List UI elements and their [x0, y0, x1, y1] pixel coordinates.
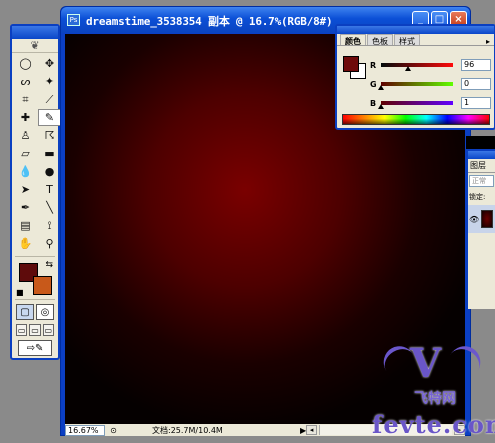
blur-tool-icon[interactable]: 💧 — [14, 163, 37, 180]
watermark: V 飞特网 fevte.com — [372, 340, 495, 443]
eraser-tool-icon[interactable]: ▱ — [14, 145, 37, 162]
quick-mask-button[interactable]: ◎ — [36, 304, 54, 320]
toolbox-title-bar[interactable] — [12, 26, 58, 39]
color-palette-title-bar[interactable] — [337, 26, 494, 34]
crop-tool-icon[interactable]: ⌗ — [14, 91, 37, 108]
channel-value-b[interactable]: 1 — [461, 97, 491, 109]
hand-tool-icon[interactable]: ✋ — [14, 235, 37, 252]
blend-mode-select[interactable]: 正常 — [469, 175, 494, 187]
mask-mode-row: ▢ ◎ — [12, 302, 58, 322]
layers-palette-title-bar[interactable] — [468, 151, 495, 159]
channel-row-r: R 96 — [370, 58, 495, 72]
background-color-swatch[interactable] — [33, 276, 52, 295]
type-tool-icon[interactable]: T — [38, 181, 61, 198]
background-strip — [466, 136, 495, 149]
standard-screen-button[interactable]: ▭ — [16, 324, 28, 336]
channel-slider-r[interactable] — [381, 63, 453, 71]
magic-wand-tool-icon[interactable]: ✦ — [38, 73, 61, 90]
lock-label: 锁定: — [469, 193, 486, 201]
healing-tool-icon[interactable]: ✚ — [14, 109, 37, 126]
layers-palette: 图层 正常 锁定: 👁 — [466, 149, 495, 309]
move-tool-icon[interactable]: ✥ — [38, 55, 61, 72]
brush-tool-icon[interactable]: ✎ — [38, 109, 61, 126]
right-wing-icon — [441, 340, 487, 386]
channel-row-g: G0 — [370, 77, 495, 91]
channel-label: R — [370, 60, 377, 70]
slice-tool-icon[interactable]: ⟋ — [38, 91, 61, 108]
standard-mode-button[interactable]: ▢ — [16, 304, 34, 320]
eye-icon[interactable]: 👁 — [469, 215, 479, 224]
slider-thumb-icon[interactable] — [378, 85, 384, 90]
palette-foreground-swatch[interactable] — [343, 56, 359, 72]
color-palette-tabs: 颜色 色板 样式 — [337, 34, 494, 46]
photoshop-document-icon: Ps — [67, 14, 80, 26]
divider — [15, 299, 55, 300]
tool-grid: ◯ ✥ ᔕ ✦ ⌗ ⟋ ✚ ✎ ♙ ☈ ▱ ▬ 💧 ● ➤ T ✒ ╲ ▤ ⟟ ✋ ⚲ — [12, 53, 61, 254]
path-select-tool-icon[interactable]: ➤ — [14, 181, 37, 198]
slider-thumb-icon[interactable] — [378, 104, 385, 109]
channel-row-b: B1 — [370, 96, 495, 110]
default-colors-icon[interactable]: ■ — [16, 288, 24, 297]
layer-thumbnail — [481, 210, 494, 228]
watermark-site: fevte.com — [372, 410, 495, 439]
channel-slider-b[interactable] — [378, 101, 453, 109]
tab-color[interactable]: 颜色 — [340, 34, 366, 46]
lasso-tool-icon[interactable]: ᔕ — [14, 73, 37, 90]
swap-colors-icon[interactable]: ⇆ — [45, 260, 53, 270]
status-info-icon[interactable]: ⊙ — [108, 425, 119, 436]
tab-styles[interactable]: 样式 — [394, 34, 420, 46]
palette-menu-icon[interactable]: ▸ — [486, 37, 490, 46]
jump-to-imageready-button[interactable]: ⇨✎ — [18, 340, 52, 356]
eyedropper-tool-icon[interactable]: ⟟ — [38, 217, 61, 234]
screen-mode-row: ▭ ▭ ▭ — [12, 322, 58, 338]
feather-logo-icon[interactable]: ❦ — [12, 39, 58, 53]
tab-swatches[interactable]: 色板 — [367, 34, 393, 46]
color-ramp[interactable] — [342, 114, 490, 125]
channel-value-g[interactable]: 0 — [461, 78, 491, 90]
notes-tool-icon[interactable]: ▤ — [14, 217, 37, 234]
jump-to-imageready-row: ⇨✎ — [12, 338, 58, 358]
color-palette: 颜色 色板 样式 ▸ R 96 G 0 B 1 — [335, 24, 495, 130]
full-screen-menu-button[interactable]: ▭ — [29, 324, 41, 336]
stamp-tool-icon[interactable]: ♙ — [14, 127, 37, 144]
channel-slider-g[interactable] — [378, 82, 453, 90]
zoom-level-field[interactable]: 16.67% — [65, 424, 105, 436]
marquee-tool-icon[interactable]: ◯ — [14, 55, 37, 72]
document-title: dreamstime_3538354 副本 @ 16.7%(RGB/8#) — [86, 15, 333, 28]
pen-tool-icon[interactable]: ✒ — [14, 199, 37, 216]
full-screen-button[interactable]: ▭ — [42, 324, 54, 336]
watermark-brand: 飞特网 — [414, 391, 456, 407]
line-tool-icon[interactable]: ╲ — [38, 199, 61, 216]
divider — [15, 256, 55, 257]
layer-row[interactable]: 👁 — [468, 205, 495, 233]
toolbox: ❦ ◯ ✥ ᔕ ✦ ⌗ ⟋ ✚ ✎ ♙ ☈ ▱ ▬ 💧 ● ➤ T ✒ ╲ ▤ ⟟ ✋ ⚲ ⇆ ■ ▢ ◎ ▭ ▭ ▭ ⇨… — [10, 24, 61, 360]
document-size-info: 文档:25.7M/10.4M — [152, 425, 223, 435]
gradient-tool-icon[interactable]: ▬ — [38, 145, 61, 162]
history-brush-tool-icon[interactable]: ☈ — [38, 127, 61, 144]
color-swatches: ⇆ ■ — [14, 259, 56, 297]
zoom-tool-icon[interactable]: ⚲ — [38, 235, 61, 252]
scroll-left-icon[interactable]: ◂ — [306, 425, 318, 435]
tab-layers[interactable]: 图层 — [468, 159, 495, 173]
slider-thumb-icon[interactable] — [405, 66, 412, 71]
channel-value-r[interactable]: 96 — [461, 59, 491, 71]
dodge-tool-icon[interactable]: ● — [38, 163, 61, 180]
watermark-logo-letter: V — [410, 340, 442, 387]
